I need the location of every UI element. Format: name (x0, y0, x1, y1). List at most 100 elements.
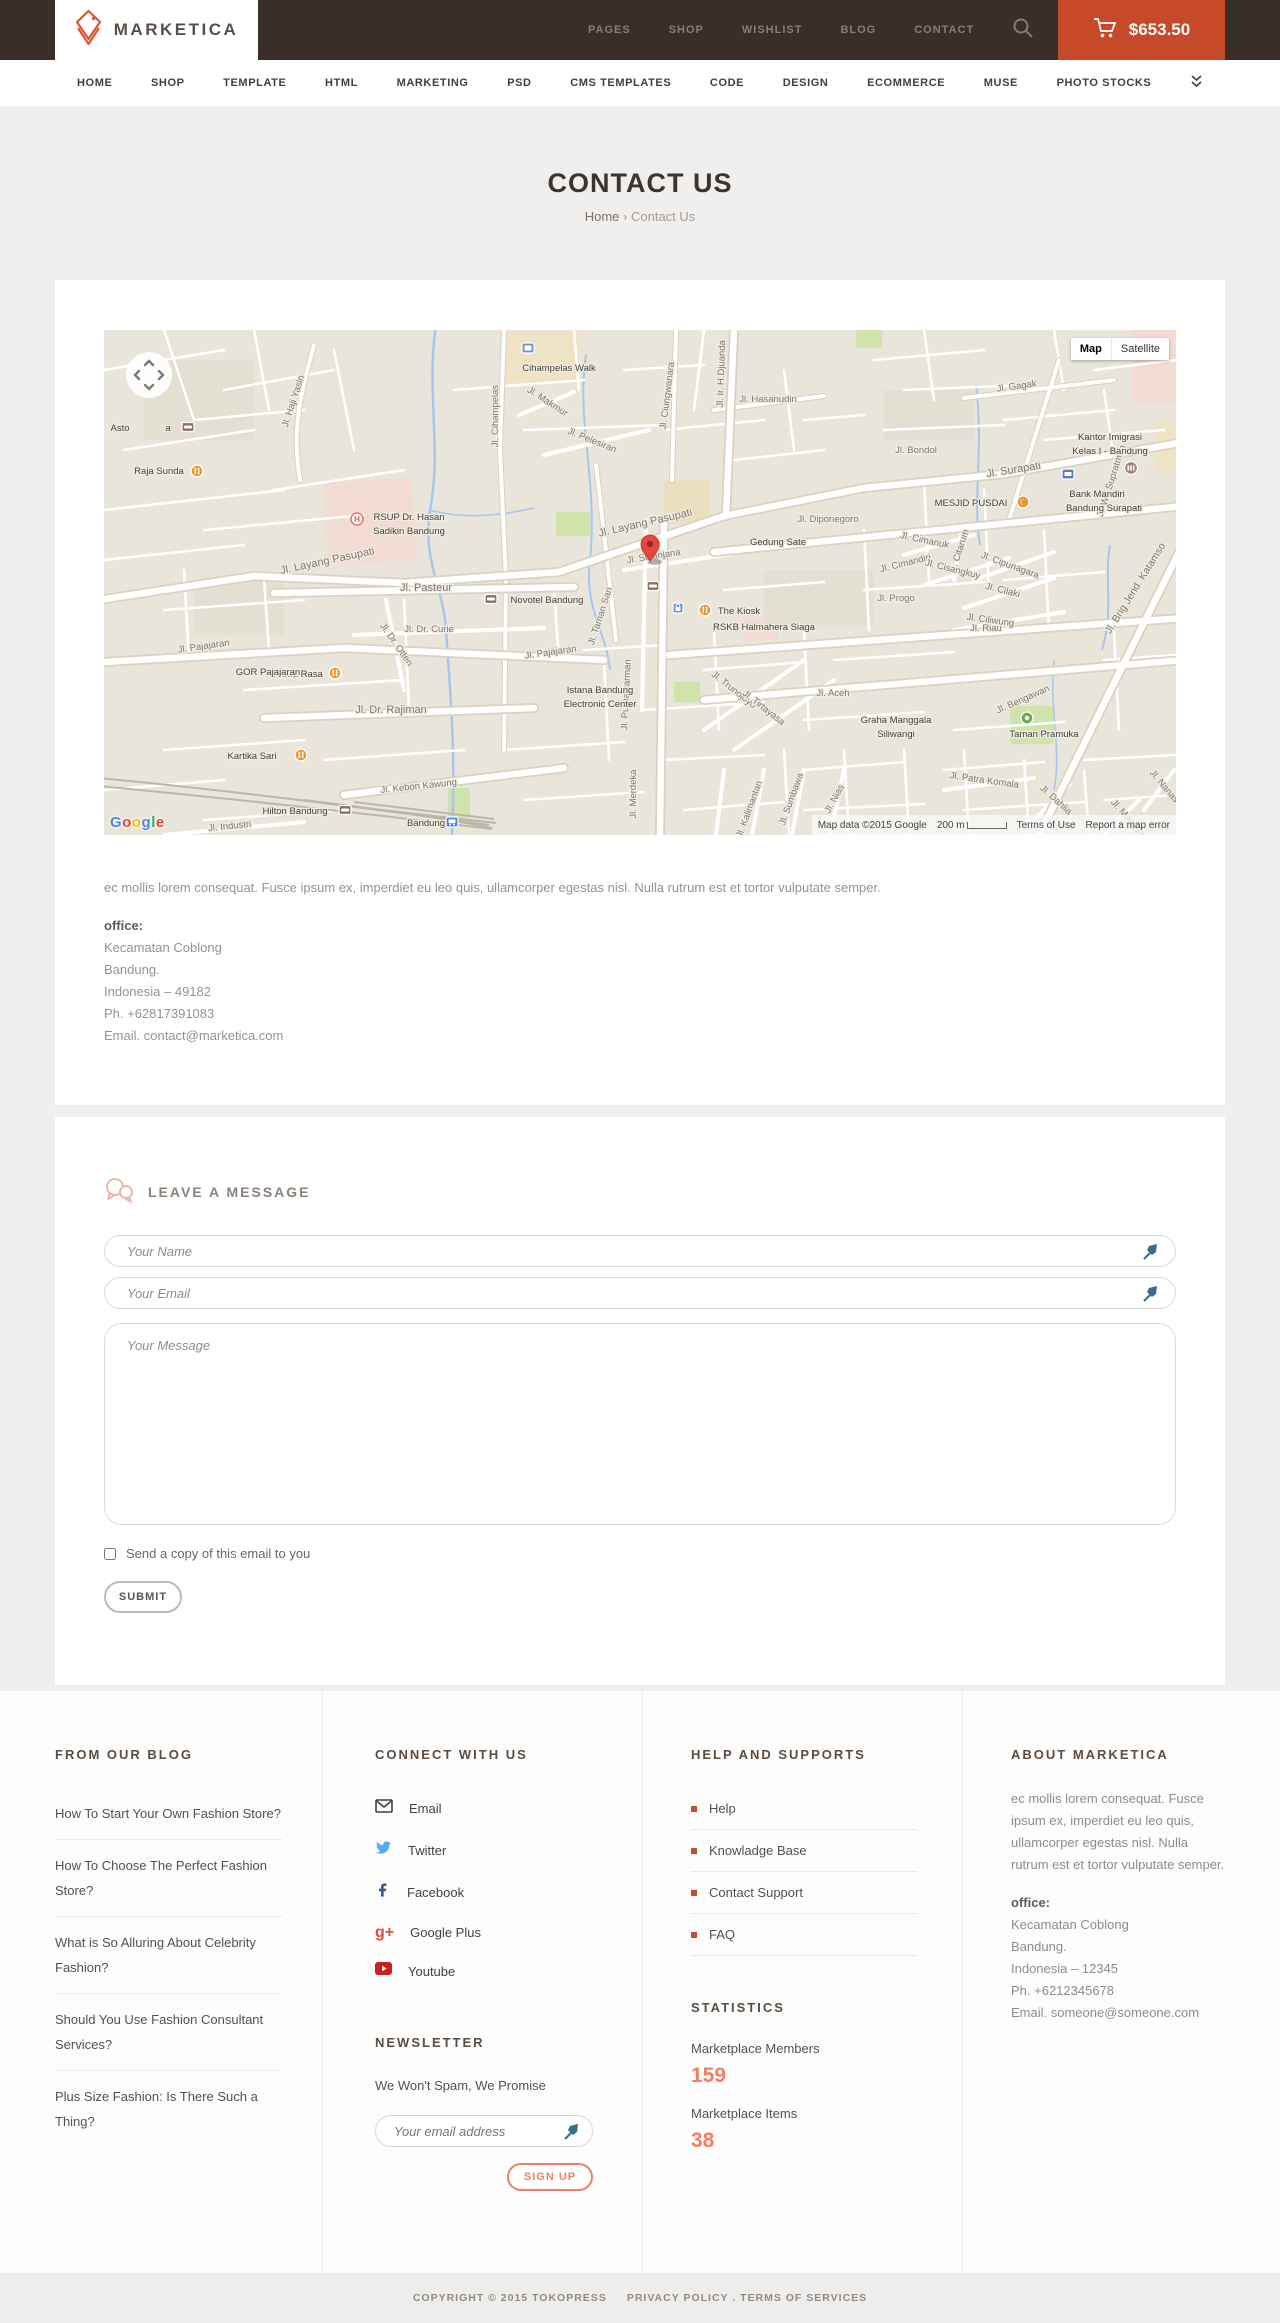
submit-button[interactable]: SUBMIT (104, 1581, 182, 1613)
pen-icon (1143, 1243, 1160, 1260)
hosp-poi-icon: H (350, 512, 364, 526)
nav-muse[interactable]: MUSE (984, 77, 1018, 89)
footer-about-column: ABOUT MARKETICA ec mollis lorem consequa… (963, 1691, 1280, 2273)
statistics-heading: STATISTICS (691, 2000, 785, 2015)
email-input[interactable] (104, 1277, 1176, 1309)
lock-poi-icon (672, 602, 684, 614)
send-copy-checkbox[interactable] (104, 1547, 116, 1560)
nav-psd[interactable]: PSD (507, 77, 531, 89)
terms-of-use-link[interactable]: Terms of Use (1017, 820, 1076, 831)
nav-marketing[interactable]: MARKETING (397, 77, 469, 89)
message-form-card: LEAVE A MESSAGE Send a copy of this emai… (55, 1117, 1225, 1685)
social-link-email[interactable]: Email (375, 1788, 597, 1829)
brand-logo[interactable]: MARKETICA (55, 0, 258, 60)
help-link[interactable]: FAQ (691, 1914, 917, 1956)
map-label: Hilton Bandung (263, 806, 328, 817)
google-map[interactable]: H ☾ Cihampelas Walk Jl. Hasanudin Asto a Raja… (104, 330, 1176, 835)
newsletter-tagline: We Won't Spam, We Promise (375, 2078, 546, 2093)
chevron-double-down-icon[interactable] (1190, 74, 1203, 93)
map-type-satellite-button[interactable]: Satellite (1111, 338, 1169, 360)
breadcrumb-current: Contact Us (630, 209, 696, 224)
nav-code[interactable]: CODE (710, 77, 744, 89)
social-link-youtube[interactable]: Youtube (375, 1951, 597, 1991)
footer-blog-heading: FROM OUR BLOG (55, 1747, 193, 1762)
map-label: Siliwangi (877, 729, 915, 740)
footer-connect-heading: CONNECT WITH US (375, 1747, 528, 1762)
bullet-icon (691, 1847, 697, 1854)
contact-info: ec mollis lorem consequat. Fusce ipsum e… (104, 877, 1176, 1047)
office-line: Bandung. (104, 962, 160, 977)
map-scale: 200 m (937, 820, 1007, 831)
youtube-icon (375, 1962, 392, 1980)
social-link-facebook[interactable]: Facebook (375, 1871, 597, 1914)
footer-about-heading: ABOUT MARKETICA (1011, 1747, 1169, 1762)
blog-link[interactable]: How To Choose The Perfect Fashion Store? (55, 1840, 282, 1917)
nav-shop[interactable]: SHOP (151, 77, 185, 89)
map-label: Bandung Surapati (1066, 503, 1142, 514)
nav-design[interactable]: DESIGN (783, 77, 829, 89)
top-header: MARKETICA PAGES SHOP WISHLIST BLOG CONTA… (0, 0, 1280, 60)
map-label: GOR Pajajaran (236, 667, 300, 678)
topnav-pages[interactable]: PAGES (588, 24, 631, 36)
nav-home[interactable]: HOME (77, 77, 112, 89)
twitter-icon (375, 1840, 392, 1860)
blog-link[interactable]: Should You Use Fashion Consultant Servic… (55, 1994, 282, 2071)
google-logo: Google (110, 814, 165, 831)
footer-links[interactable]: PRIVACY POLICY . TERMS OF SERVICES (627, 2292, 867, 2304)
name-input[interactable] (104, 1235, 1176, 1267)
blue-poi-icon (521, 342, 535, 354)
nav-photo-stocks[interactable]: PHOTO STOCKS (1057, 77, 1152, 89)
cart-button[interactable]: $653.50 (1058, 0, 1225, 60)
map-label: Taman Pramuka (1009, 729, 1079, 740)
rest-poi-icon (698, 603, 712, 617)
topnav-contact[interactable]: CONTACT (914, 24, 974, 36)
message-textarea[interactable] (104, 1323, 1176, 1525)
bullet-icon (691, 1889, 697, 1896)
cart-icon (1093, 17, 1117, 44)
topnav-shop[interactable]: SHOP (669, 24, 704, 36)
map-data-credit: Map data ©2015 Google (817, 819, 927, 831)
help-link[interactable]: Help (691, 1788, 917, 1830)
map-pan-control[interactable] (124, 350, 174, 400)
social-link-googleplus[interactable]: g+ Google Plus (375, 1914, 597, 1951)
signup-button[interactable]: SIGN UP (507, 2163, 593, 2191)
map-label: Gedung Sate (750, 537, 806, 548)
topnav-wishlist[interactable]: WISHLIST (742, 24, 803, 36)
topnav-blog[interactable]: BLOG (840, 24, 876, 36)
category-nav: HOME SHOP TEMPLATE HTML MARKETING PSD CM… (0, 60, 1280, 106)
blog-link[interactable]: What is So Alluring About Celebrity Fash… (55, 1917, 282, 1994)
search-icon[interactable] (1012, 17, 1034, 44)
site-footer: FROM OUR BLOG How To Start Your Own Fash… (0, 1691, 1280, 2273)
breadcrumb-separator: › (623, 209, 628, 224)
nav-ecommerce[interactable]: ECOMMERCE (867, 77, 945, 89)
help-link[interactable]: Contact Support (691, 1872, 917, 1914)
map-label: Jl. Diponegoro (797, 514, 858, 525)
map-label: The Kiosk (718, 606, 760, 617)
gov-poi-icon (1123, 460, 1139, 476)
blog-link[interactable]: Plus Size Fashion: Is There Such a Thing… (55, 2071, 282, 2147)
brand-name: MARKETICA (113, 20, 239, 39)
breadcrumb-home[interactable]: Home (585, 209, 620, 224)
footer-blog-column: FROM OUR BLOG How To Start Your Own Fash… (0, 1691, 323, 2273)
office-line: Ph. +62817391083 (104, 1006, 215, 1021)
nav-template[interactable]: TEMPLATE (223, 77, 286, 89)
newsletter-email-input[interactable] (375, 2115, 593, 2147)
nav-cms-templates[interactable]: CMS TEMPLATES (570, 77, 671, 89)
report-map-error-link[interactable]: Report a map error (1086, 820, 1170, 831)
footer-connect-column: CONNECT WITH US Email Twitter Facebook g… (323, 1691, 643, 2273)
map-label: Jl. Bondol (895, 445, 937, 456)
office-line: Indonesia – 49182 (104, 984, 211, 999)
social-link-twitter[interactable]: Twitter (375, 1829, 597, 1871)
bullet-icon (691, 1931, 697, 1938)
map-label: Jl. Cihampelas (490, 385, 501, 448)
send-copy-label: Send a copy of this email to you (126, 1546, 311, 1561)
map-label: Novotel Bandung (511, 595, 584, 606)
blog-link[interactable]: How To Start Your Own Fashion Store? (55, 1788, 282, 1840)
office-line: Email. contact@marketica.com (104, 1028, 284, 1043)
map-label: MESJID PUSDAI (935, 498, 1008, 509)
map-label: Graha Manggala (861, 715, 932, 726)
map-type-map-button[interactable]: Map (1070, 338, 1112, 360)
nav-html[interactable]: HTML (325, 77, 358, 89)
help-link[interactable]: Knowladge Base (691, 1830, 917, 1872)
map-label: Jl. Pasteur (400, 582, 452, 594)
